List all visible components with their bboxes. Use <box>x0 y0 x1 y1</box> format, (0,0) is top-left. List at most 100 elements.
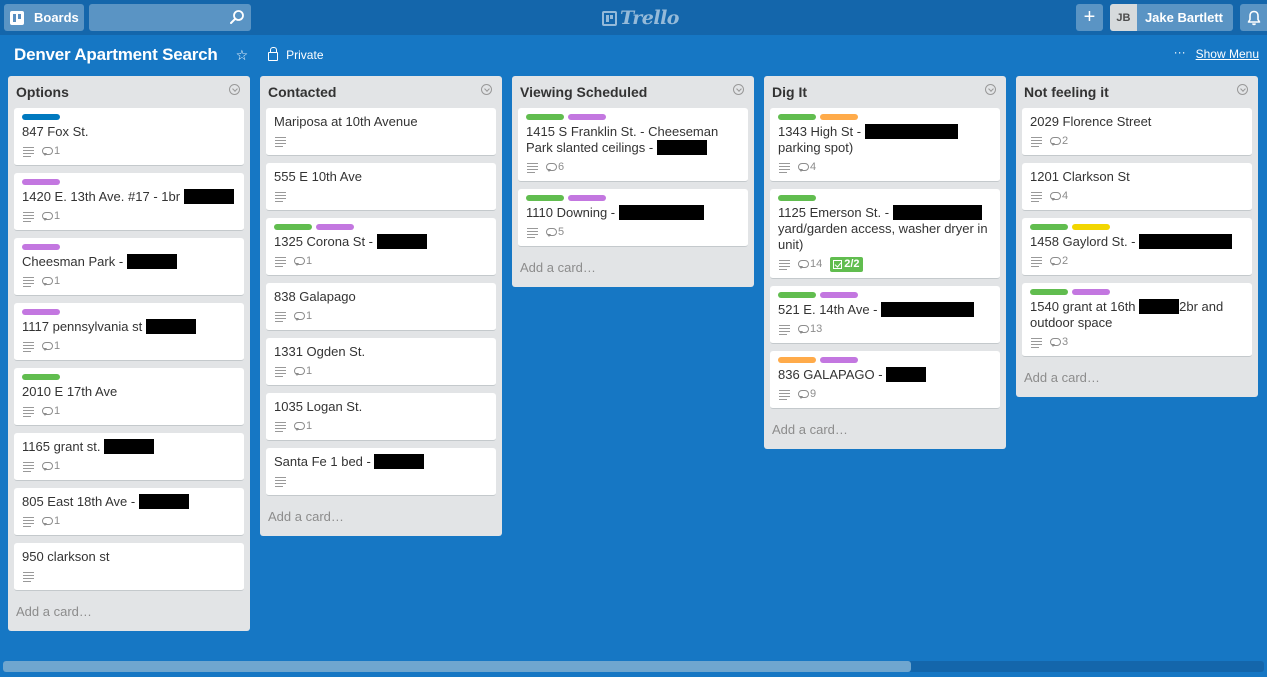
card-title: 1165 grant st. <box>22 439 236 455</box>
scrollbar-thumb[interactable] <box>3 661 911 672</box>
add-card-button[interactable]: Add a card… <box>1022 364 1252 391</box>
card-title: Santa Fe 1 bed - <box>274 454 488 470</box>
trello-logo[interactable]: Trello <box>602 7 679 29</box>
header-actions: + JB Jake Bartlett <box>1075 4 1267 31</box>
description-icon <box>779 324 790 335</box>
list-menu-icon[interactable] <box>1237 84 1248 95</box>
card[interactable]: 2010 E 17th Ave 1 <box>14 368 244 426</box>
add-card-button[interactable]: Add a card… <box>518 254 748 281</box>
search-box[interactable] <box>89 4 251 31</box>
card[interactable]: 1110 Downing - 5 <box>518 189 748 247</box>
comment-badge: 2 <box>1050 135 1068 147</box>
description-icon <box>1031 337 1042 348</box>
card-badges: 1 <box>274 251 488 271</box>
list-title[interactable]: Not feeling it <box>1024 84 1109 100</box>
card[interactable]: 1540 grant at 16th 2br and outdoor space… <box>1022 283 1252 357</box>
card[interactable]: 1343 High St - parking spot) 4 <box>770 108 1000 182</box>
card-title-text: 2010 E 17th Ave <box>22 384 118 399</box>
more-icon[interactable]: ··· <box>1174 45 1186 59</box>
card-badges <box>274 186 488 206</box>
card[interactable]: 1420 E. 13th Ave. #17 - 1br 1 <box>14 173 244 231</box>
search-input[interactable] <box>89 4 251 31</box>
card[interactable]: 1035 Logan St. 1 <box>266 393 496 441</box>
list-title[interactable]: Options <box>16 84 69 100</box>
card[interactable]: 1331 Ogden St. 1 <box>266 338 496 386</box>
card-title-text: 1540 grant at 16th <box>1030 299 1140 314</box>
board-title[interactable]: Denver Apartment Search <box>14 45 218 65</box>
comment-badge: 1 <box>294 365 312 377</box>
card-labels <box>778 195 992 201</box>
card[interactable]: 521 E. 14th Ave - 13 <box>770 286 1000 344</box>
label-orange <box>778 357 816 363</box>
label-green <box>274 224 312 230</box>
comment-count: 13 <box>810 323 823 335</box>
comment-count: 1 <box>54 340 61 352</box>
show-menu-link[interactable]: Show Menu <box>1196 47 1259 61</box>
label-green <box>1030 289 1068 295</box>
description-icon <box>275 311 286 322</box>
list-menu-icon[interactable] <box>985 84 996 95</box>
card[interactable]: 1458 Gaylord St. - 2 <box>1022 218 1252 276</box>
card-badges: 5 <box>526 222 740 242</box>
list-menu-icon[interactable] <box>481 84 492 95</box>
plus-icon: + <box>1083 6 1096 28</box>
list-title[interactable]: Viewing Scheduled <box>520 84 647 100</box>
comment-count: 1 <box>54 515 61 527</box>
card[interactable]: 1165 grant st. 1 <box>14 433 244 481</box>
boards-button[interactable]: Boards <box>4 4 84 31</box>
card[interactable]: 1125 Emerson St. - yard/garden access, w… <box>770 189 1000 279</box>
label-green <box>22 374 60 380</box>
card[interactable]: 1325 Corona St - 1 <box>266 218 496 276</box>
board-header: Denver Apartment Search ☆ Private ··· Sh… <box>0 35 1267 75</box>
comment-count: 1 <box>54 405 61 417</box>
comment-badge: 5 <box>546 226 564 238</box>
card[interactable]: Mariposa at 10th Avenue <box>266 108 496 156</box>
star-icon[interactable]: ☆ <box>236 47 249 64</box>
card[interactable]: 847 Fox St. 1 <box>14 108 244 166</box>
card[interactable]: Cheesman Park - 1 <box>14 238 244 296</box>
comment-icon <box>42 276 53 286</box>
label-orange <box>820 114 858 120</box>
card[interactable]: 2029 Florence Street 2 <box>1022 108 1252 156</box>
comment-icon <box>294 256 305 266</box>
label-blue <box>22 114 60 120</box>
list-title[interactable]: Contacted <box>268 84 336 100</box>
card-badges: 1 <box>22 206 236 226</box>
card-badges: 9 <box>778 384 992 404</box>
card-title: 1343 High St - parking spot) <box>778 124 992 156</box>
card-labels <box>22 179 236 185</box>
card-title: Cheesman Park - <box>22 254 236 270</box>
card-title: 836 GALAPAGO - <box>778 367 992 383</box>
comment-icon <box>798 389 809 399</box>
add-card-button[interactable]: Add a card… <box>266 503 496 530</box>
search-icon[interactable] <box>229 9 245 25</box>
list-menu-icon[interactable] <box>733 84 744 95</box>
list-header: Options <box>14 76 244 108</box>
comment-count: 2 <box>1062 135 1069 147</box>
add-card-button[interactable]: Add a card… <box>14 598 244 625</box>
visibility-button[interactable]: Private <box>268 47 324 62</box>
card[interactable]: Santa Fe 1 bed - <box>266 448 496 496</box>
card[interactable]: 1415 S Franklin St. - Cheeseman Park sla… <box>518 108 748 182</box>
list-title[interactable]: Dig It <box>772 84 807 100</box>
add-card-button[interactable]: Add a card… <box>770 416 1000 443</box>
user-menu-button[interactable]: JB Jake Bartlett <box>1109 4 1233 31</box>
card[interactable]: 1117 pennsylvania st 1 <box>14 303 244 361</box>
label-purple <box>568 195 606 201</box>
horizontal-scrollbar[interactable] <box>3 661 1264 672</box>
show-menu-area: ··· Show Menu <box>1174 45 1259 61</box>
card[interactable]: 838 Galapago 1 <box>266 283 496 331</box>
card[interactable]: 1201 Clarkson St 4 <box>1022 163 1252 211</box>
add-button[interactable]: + <box>1075 4 1103 31</box>
board-lists: Options 847 Fox St. 1 1420 E. 13th Ave. #17… <box>8 76 1258 631</box>
card[interactable]: 555 E 10th Ave <box>266 163 496 211</box>
card[interactable]: 805 East 18th Ave - 1 <box>14 488 244 536</box>
notifications-button[interactable] <box>1240 4 1267 31</box>
description-icon <box>275 366 286 377</box>
card[interactable]: 950 clarkson st <box>14 543 244 591</box>
list-menu-icon[interactable] <box>229 84 240 95</box>
card[interactable]: 836 GALAPAGO - 9 <box>770 351 1000 409</box>
card-title: 521 E. 14th Ave - <box>778 302 992 318</box>
comment-badge: 1 <box>42 145 60 157</box>
lock-icon <box>268 47 279 61</box>
